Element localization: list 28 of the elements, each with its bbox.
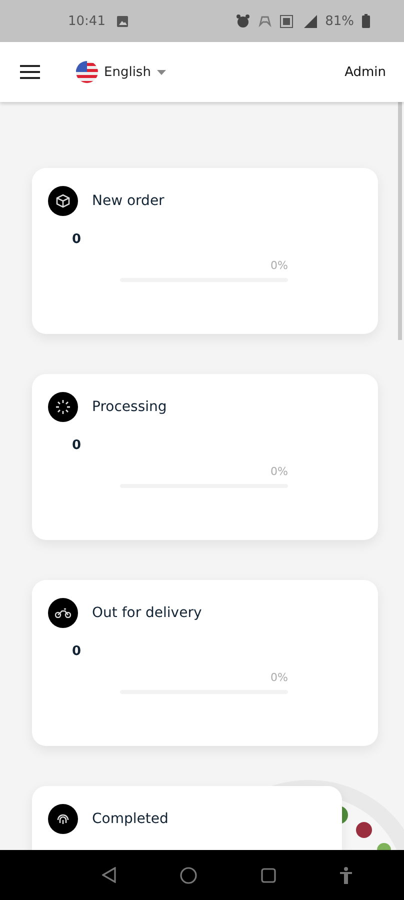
battery-icon (362, 14, 370, 28)
card-title: Completed (92, 811, 168, 827)
user-name[interactable]: Admin (344, 64, 386, 80)
flag-icon (76, 61, 98, 83)
home-icon[interactable] (180, 866, 197, 884)
order-count: 0 (72, 232, 82, 247)
progress-percent: 0% (270, 259, 288, 272)
accessibility-icon[interactable] (340, 866, 352, 884)
motorbike-icon (55, 608, 71, 618)
back-icon[interactable] (102, 867, 116, 883)
image-icon (117, 16, 128, 26)
card-title: Out for delivery (92, 605, 202, 621)
progress-percent: 0% (270, 671, 288, 684)
order-count: 0 (72, 644, 82, 659)
card-title: New order (92, 193, 164, 209)
card-title: Processing (92, 399, 167, 415)
menu-button[interactable] (18, 63, 42, 81)
recents-icon[interactable] (261, 868, 276, 882)
alarm-icon (236, 14, 250, 28)
cube-icon (56, 194, 70, 208)
order-count: 0 (72, 438, 82, 453)
spinner-icon (56, 400, 70, 414)
fingerprint-icon (56, 812, 70, 826)
language-selector[interactable]: English (76, 61, 166, 83)
progress-percent: 0% (270, 465, 288, 478)
caret-icon (156, 70, 166, 74)
status-time: 10:41 (68, 14, 106, 28)
battery-percent: 81% (325, 14, 354, 28)
